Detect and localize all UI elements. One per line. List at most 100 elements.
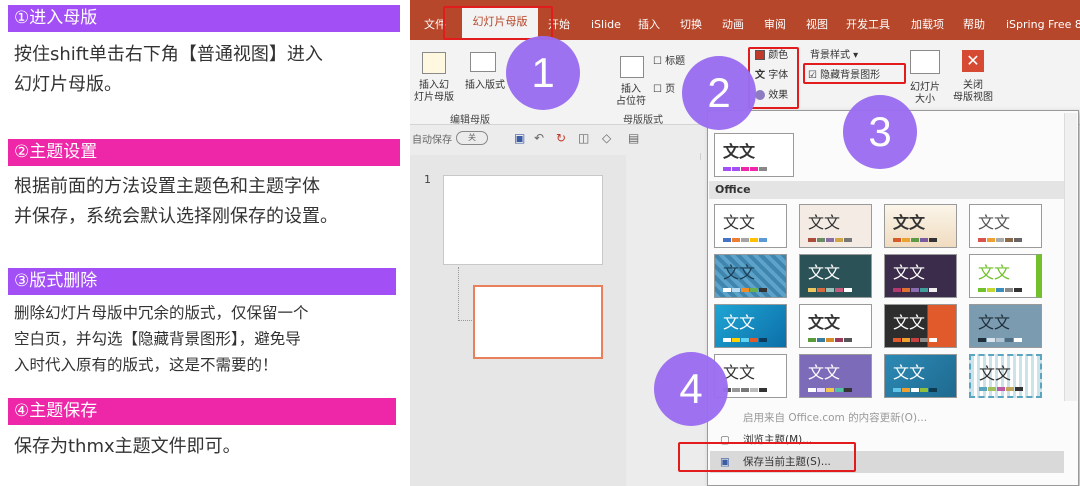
theme-thumbnail[interactable]: 文文 [799,354,872,398]
gallery-scrollbar[interactable] [1064,113,1077,401]
theme-colors [893,288,949,292]
save-icon[interactable]: ▣ [514,131,525,145]
highlight-slide-master-tab [443,6,553,40]
theme-colors [979,387,1035,391]
step-badge-4: 4 [654,352,728,426]
group-master-layout: 母版版式 [623,115,663,126]
footer-checkbox-label: 页 [665,84,676,95]
theme-text: 文文 [978,263,1011,282]
theme-colors [893,388,949,392]
step-2-text: 根据前面的方法设置主题色和主题字体 并保存，系统会默认选择刚保存的设置。 [14,172,338,232]
theme-thumbnail[interactable]: 文文 [884,354,957,398]
theme-colors [723,167,779,171]
arrange-icon[interactable]: ▤ [628,131,639,145]
slide-number: 1 [424,173,431,186]
tab-insert[interactable]: 插入 [638,0,660,40]
step-badge-2: 2 [682,56,756,130]
title-checkbox[interactable]: ☐ 标题 [653,56,685,68]
slide-size-icon [910,50,940,74]
close-icon: ✕ [962,50,984,72]
layout-slide-thumbnail[interactable] [473,285,603,359]
gallery-section-office: Office [709,181,1064,199]
step-2-line-1: 根据前面的方法设置主题色和主题字体 [14,176,320,197]
theme-thumbnail[interactable]: 文文 [714,304,787,348]
theme-colors [723,288,779,292]
autosave-toggle[interactable]: 关 [456,131,488,145]
step-3-text: 删除幻灯片母版中冗余的版式，仅保留一个 空白页，并勾选【隐藏背景图形】，避免导 … [14,300,309,378]
tab-review[interactable]: 审阅 [764,0,786,40]
theme-colors [723,238,779,242]
step-3-header: ③版式删除 [8,268,396,295]
thumbnail-connector [458,267,472,321]
insert-placeholder-label: 插入 占位符 [616,84,646,107]
theme-text: 文文 [723,213,756,232]
shapes-icon[interactable]: ◇ [602,131,611,145]
theme-thumbnail[interactable]: 文文 [799,304,872,348]
instruction-panel: ①进入母版 按住shift单击右下角【普通视图】进入 幻灯片母版。 ②主题设置 … [0,0,410,486]
theme-text: 文文 [978,313,1011,332]
slide-thumbnail-pane: 1 [410,155,626,486]
theme-text: 文文 [808,363,841,382]
close-master-label: 关闭 母版视图 [953,80,993,103]
step-3-line-1: 删除幻灯片母版中冗余的版式，仅保留一个 [14,304,309,322]
theme-colors [808,388,864,392]
theme-text: 文文 [893,213,926,232]
theme-thumbnail[interactable]: 文文 [714,204,787,248]
powerpoint-screenshot: 文件 幻灯片母版 开始 iSlide 插入 切换 动画 审阅 视图 开发工具 加… [410,0,1080,486]
theme-text: 文文 [723,363,756,382]
theme-thumbnail[interactable]: 文文 [884,254,957,298]
theme-text: 文文 [979,364,1012,383]
theme-thumbnail[interactable]: 文文 [714,254,787,298]
step-4-header: ④主题保存 [8,398,396,425]
theme-thumbnail[interactable]: 文文 [969,254,1042,298]
theme-thumbnail[interactable]: 文文 [969,204,1042,248]
theme-thumbnail[interactable]: 文文 [799,254,872,298]
theme-thumbnail[interactable]: 文文 [969,304,1042,348]
insert-placeholder-icon [620,56,644,78]
title-checkbox-label: 标题 [665,56,686,67]
theme-text: 文文 [893,363,926,382]
theme-colors [978,288,1034,292]
theme-text: 文文 [893,313,926,332]
step-1-line-1: 按住shift单击右下角【普通视图】进入 [14,44,323,65]
theme-thumbnail[interactable]: 文文 [969,354,1042,398]
autosave-label: 自动保存 [412,135,452,146]
step-1-text: 按住shift单击右下角【普通视图】进入 幻灯片母版。 [14,40,323,100]
background-styles-button[interactable]: 背景样式 ▾ [810,50,858,62]
quick-access-toolbar: 自动保存 关 ▣ ↶ ↻ ◫ ◇ ▤ [410,125,710,153]
theme-thumbnail[interactable]: 文文 [799,204,872,248]
tab-transitions[interactable]: 切换 [680,0,702,40]
highlight-hide-background [803,63,906,84]
theme-thumbnail[interactable]: 文文 [884,304,957,348]
theme-colors [978,238,1034,242]
highlight-save-theme [678,442,856,472]
redo-icon[interactable]: ↻ [556,131,566,145]
step-badge-3: 3 [843,95,917,169]
theme-colors [808,338,864,342]
tab-developer[interactable]: 开发工具 [846,0,890,40]
current-theme[interactable]: 文文 [714,133,794,177]
theme-text: 文文 [808,213,841,232]
footer-checkbox[interactable]: ☐ 页 [653,84,675,96]
theme-thumbnail[interactable]: 文文 [884,204,957,248]
insert-layout-icon [470,52,496,72]
undo-icon[interactable]: ↶ [534,131,544,145]
theme-text: 文文 [723,263,756,282]
insert-master-label: 插入幻 灯片母版 [414,80,454,103]
tab-help[interactable]: 帮助 [963,0,985,40]
theme-colors [893,238,949,242]
bg-styles-label: 背景样式 [810,50,850,61]
from-beginning-icon[interactable]: ◫ [578,131,589,145]
master-slide-thumbnail[interactable] [443,175,603,265]
tab-addins[interactable]: 加载项 [911,0,944,40]
step-3-line-3: 入时代入原有的版式，这是不需要的！ [14,356,278,374]
menu-enable-office-updates[interactable]: 启用来自 Office.com 的内容更新(O)... [710,407,1064,429]
theme-colors [808,288,864,292]
theme-colors [978,338,1034,342]
tab-ispring[interactable]: iSpring Free 8 [1006,0,1080,40]
step-1-header: ①进入母版 [8,5,400,32]
tab-islide[interactable]: iSlide [591,0,621,40]
tab-animations[interactable]: 动画 [722,0,744,40]
theme-colors [723,338,779,342]
tab-view[interactable]: 视图 [806,0,828,40]
